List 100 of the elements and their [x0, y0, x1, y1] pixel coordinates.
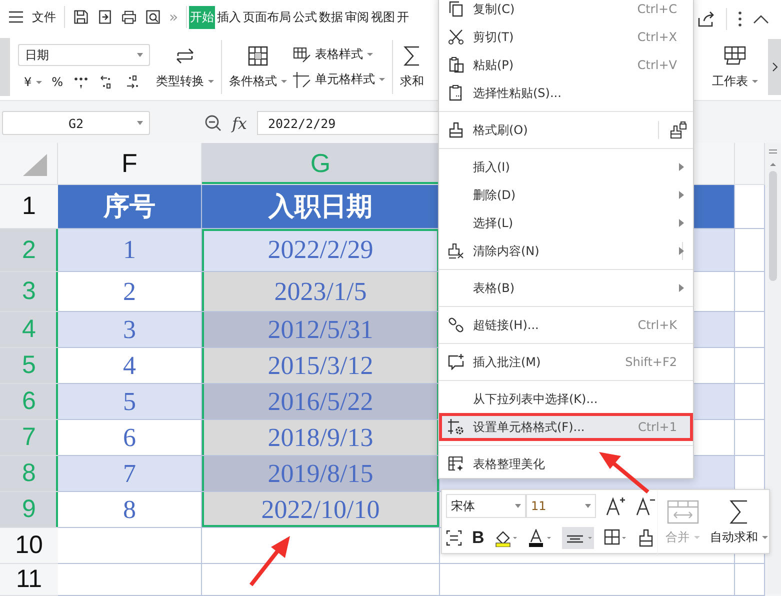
menu-item[interactable]: 选择性粘贴(S)...: [439, 79, 693, 107]
share-icon[interactable]: [696, 10, 716, 28]
ribbon-tab[interactable]: 公式: [293, 6, 318, 28]
table-cell: 5: [58, 384, 202, 420]
table-cell: 2019/8/15: [202, 456, 440, 492]
ribbon-tab[interactable]: 页面布局: [243, 6, 292, 28]
comment-icon: [448, 354, 464, 370]
menu-item[interactable]: 选择(L): [439, 209, 693, 237]
submenu-arrow-icon: [679, 163, 684, 171]
decrease-font-icon[interactable]: [636, 496, 656, 516]
pointer-arrow: [249, 536, 290, 586]
cell-style-button[interactable]: 单元格样式: [315, 71, 385, 88]
submenu-arrow-icon: [679, 191, 684, 199]
table-cell: 4: [58, 348, 202, 384]
select-icon[interactable]: [446, 530, 462, 546]
menu-item[interactable]: 超链接(H)... Ctrl+K: [439, 311, 693, 339]
table-cell: 2016/5/22: [202, 384, 440, 420]
autosum-button[interactable]: 自动求和: [707, 490, 771, 554]
scroll-thumb[interactable]: [769, 171, 777, 281]
worksheet-button[interactable]: 工作表: [712, 72, 758, 90]
row-header[interactable]: 10: [0, 528, 58, 564]
font-size-dropdown[interactable]: 11: [526, 494, 596, 518]
table-cell: 2012/5/31: [202, 312, 440, 348]
table-cell: 入职日期: [202, 185, 440, 229]
sum-button[interactable]: 求和: [400, 72, 424, 90]
row-header[interactable]: 11: [0, 564, 58, 596]
menu-item[interactable]: 粘贴(P) Ctrl+V: [439, 51, 693, 79]
font-dropdown[interactable]: 宋体: [446, 494, 526, 518]
number-format-dropdown[interactable]: 日期: [18, 44, 150, 66]
type-convert-button[interactable]: 类型转换: [156, 72, 214, 90]
zoom-icon[interactable]: [204, 114, 222, 132]
submenu-arrow-icon: [679, 284, 684, 292]
table-cell: 序号: [58, 185, 202, 229]
file-menu[interactable]: 文件: [32, 8, 56, 26]
print-icon[interactable]: [121, 8, 137, 26]
menu-item[interactable]: 删除(D): [439, 181, 693, 209]
brush-lock-icon[interactable]: [669, 121, 687, 139]
table-cell: 3: [58, 312, 202, 348]
table-cell: 1: [58, 229, 202, 272]
function-button[interactable]: fx: [232, 114, 247, 132]
eraser-icon: [448, 243, 464, 259]
ribbon-tab[interactable]: 视图: [371, 6, 396, 28]
row-header[interactable]: 1: [0, 185, 58, 229]
table-style-button[interactable]: 表格样式: [315, 46, 373, 63]
clipboard-icon: [448, 57, 464, 73]
menu-item[interactable]: 清除内容(N): [439, 237, 693, 265]
table-cell: 2018/9/13: [202, 420, 440, 456]
bold-button[interactable]: B: [472, 528, 484, 548]
worksheet-icon[interactable]: [723, 44, 747, 66]
fill-color-icon[interactable]: [494, 529, 518, 547]
table-cell: 2: [58, 272, 202, 312]
menu-item[interactable]: 插入批注(M) Shift+F2: [439, 348, 693, 376]
ribbon-tab[interactable]: 开: [397, 6, 410, 28]
table-cell: 8: [58, 492, 202, 528]
clipboard-icon: [448, 85, 464, 101]
column-header[interactable]: F: [58, 143, 202, 185]
submenu-arrow-icon: [679, 247, 684, 255]
menu-item[interactable]: 表格(B): [439, 274, 693, 302]
export-icon[interactable]: [97, 8, 113, 26]
ribbon-tab[interactable]: 数据: [319, 6, 344, 28]
font-color-icon[interactable]: [528, 529, 552, 547]
submenu-arrow-icon: [679, 219, 684, 227]
merge-icon: [666, 498, 700, 524]
table-cell: 2015/3/12: [202, 348, 440, 384]
link-icon: [448, 317, 464, 333]
menu-item[interactable]: 从下拉列表中选择(K)...: [439, 385, 693, 413]
menu-item[interactable]: 剪切(T) Ctrl+X: [439, 23, 693, 51]
table-cell: 2023/1/5: [202, 272, 440, 312]
save-icon[interactable]: [73, 8, 89, 26]
more-options-icon[interactable]: [737, 11, 743, 27]
cell-style-icon[interactable]: [293, 72, 311, 88]
pointer-arrow: [599, 452, 650, 494]
currency-button[interactable]: ¥: [24, 75, 42, 89]
brush-icon[interactable]: [638, 529, 654, 547]
settings-icon: [448, 419, 464, 435]
table-sparkle-icon: [448, 456, 464, 472]
align-center-button[interactable]: [562, 527, 594, 549]
ribbon-tab[interactable]: 审阅: [345, 6, 370, 28]
menu-item[interactable]: 复制(C) Ctrl+C: [439, 0, 693, 23]
table-style-icon[interactable]: [293, 46, 311, 62]
table-cell: 2022/10/10: [202, 492, 440, 528]
table-cell: 6: [58, 420, 202, 456]
sum-icon[interactable]: [403, 44, 421, 66]
brush-icon: [448, 122, 464, 138]
conditional-format-icon[interactable]: [247, 44, 269, 66]
ribbon-tab[interactable]: 插入: [217, 6, 242, 28]
borders-icon[interactable]: [604, 529, 628, 547]
sum-icon: [729, 498, 749, 524]
print-preview-icon[interactable]: [145, 8, 161, 26]
menu-item[interactable]: 插入(I): [439, 153, 693, 181]
menu-icon[interactable]: [8, 11, 24, 23]
percent-button[interactable]: %: [52, 75, 64, 89]
increase-font-icon[interactable]: [606, 496, 626, 516]
menu-item[interactable]: 设置单元格格式(F)... Ctrl+1: [439, 413, 693, 441]
menu-item[interactable]: 表格整理美化: [439, 450, 693, 478]
table-cell: 2022/2/29: [202, 229, 440, 272]
name-box[interactable]: G2: [2, 111, 150, 135]
conditional-format-button[interactable]: 条件格式: [229, 72, 287, 90]
copy-icon: [448, 1, 464, 17]
collapse-icon[interactable]: [753, 14, 769, 24]
